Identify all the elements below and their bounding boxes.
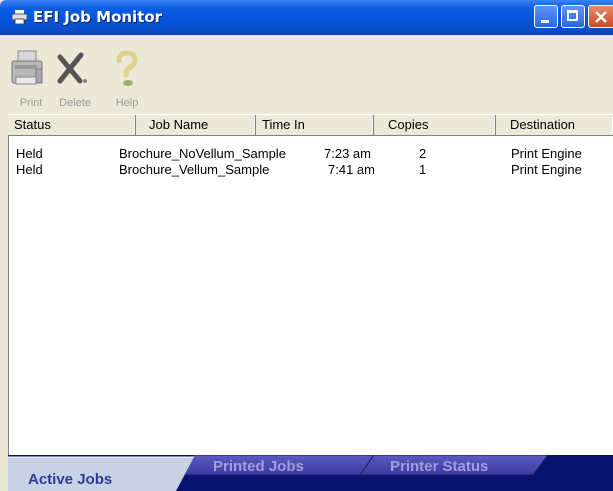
printer-icon: [12, 10, 27, 24]
print-label: Print: [19, 97, 43, 109]
job-copies: 1: [419, 162, 427, 177]
window-client: Print Delete Help Status Job Name Time I…: [0, 35, 613, 491]
delete-button[interactable]: Delete: [50, 47, 100, 109]
job-list-header: Status Job Name Time In Copies Destinati…: [8, 114, 613, 136]
help-button[interactable]: Help: [107, 47, 147, 109]
job-list[interactable]: Held Brochure_NoVellum_Sample 7:23 am 2 …: [8, 136, 613, 468]
tab-printed-jobs[interactable]: Printed Jobs: [213, 458, 304, 475]
toolbar: Print Delete Help: [0, 41, 613, 111]
job-destination: Print Engine: [511, 162, 582, 177]
job-status: Held: [16, 162, 43, 177]
job-destination: Print Engine: [511, 146, 582, 161]
job-status: Held: [16, 146, 43, 161]
table-row[interactable]: Held Brochure_Vellum_Sample 7:41 am 1 Pr…: [9, 162, 613, 178]
tab-bar: Active Jobs Printed Jobs Printer Status: [8, 455, 613, 491]
print-button[interactable]: Print: [6, 47, 56, 109]
maximize-button[interactable]: [561, 5, 585, 28]
window-title: EFI Job Monitor: [33, 8, 163, 26]
column-header-time-in[interactable]: Time In: [256, 115, 374, 135]
delete-x-icon: [57, 52, 87, 84]
tab-active-jobs[interactable]: Active Jobs: [28, 471, 112, 488]
column-header-status[interactable]: Status: [8, 115, 136, 135]
close-button[interactable]: [588, 5, 613, 28]
column-header-job-name[interactable]: Job Name: [136, 115, 256, 135]
job-copies: 2: [419, 146, 427, 161]
table-row[interactable]: Held Brochure_NoVellum_Sample 7:23 am 2 …: [9, 146, 613, 162]
job-time-in: 7:23 am: [324, 146, 371, 161]
job-name: Brochure_Vellum_Sample: [119, 162, 270, 177]
printer-icon: [11, 50, 43, 85]
job-name: Brochure_NoVellum_Sample: [119, 146, 286, 161]
delete-label: Delete: [59, 97, 91, 109]
minimize-button[interactable]: [534, 5, 558, 28]
minimize-icon: [541, 20, 549, 23]
help-label: Help: [115, 97, 139, 109]
maximize-icon: [567, 10, 578, 21]
close-icon: [595, 11, 607, 23]
job-time-in: 7:41 am: [328, 162, 375, 177]
question-mark-icon: [116, 50, 138, 86]
tab-printer-status[interactable]: Printer Status: [390, 458, 488, 475]
title-bar[interactable]: EFI Job Monitor: [0, 0, 613, 35]
column-header-copies[interactable]: Copies: [374, 115, 496, 135]
column-header-destination[interactable]: Destination: [496, 115, 613, 135]
